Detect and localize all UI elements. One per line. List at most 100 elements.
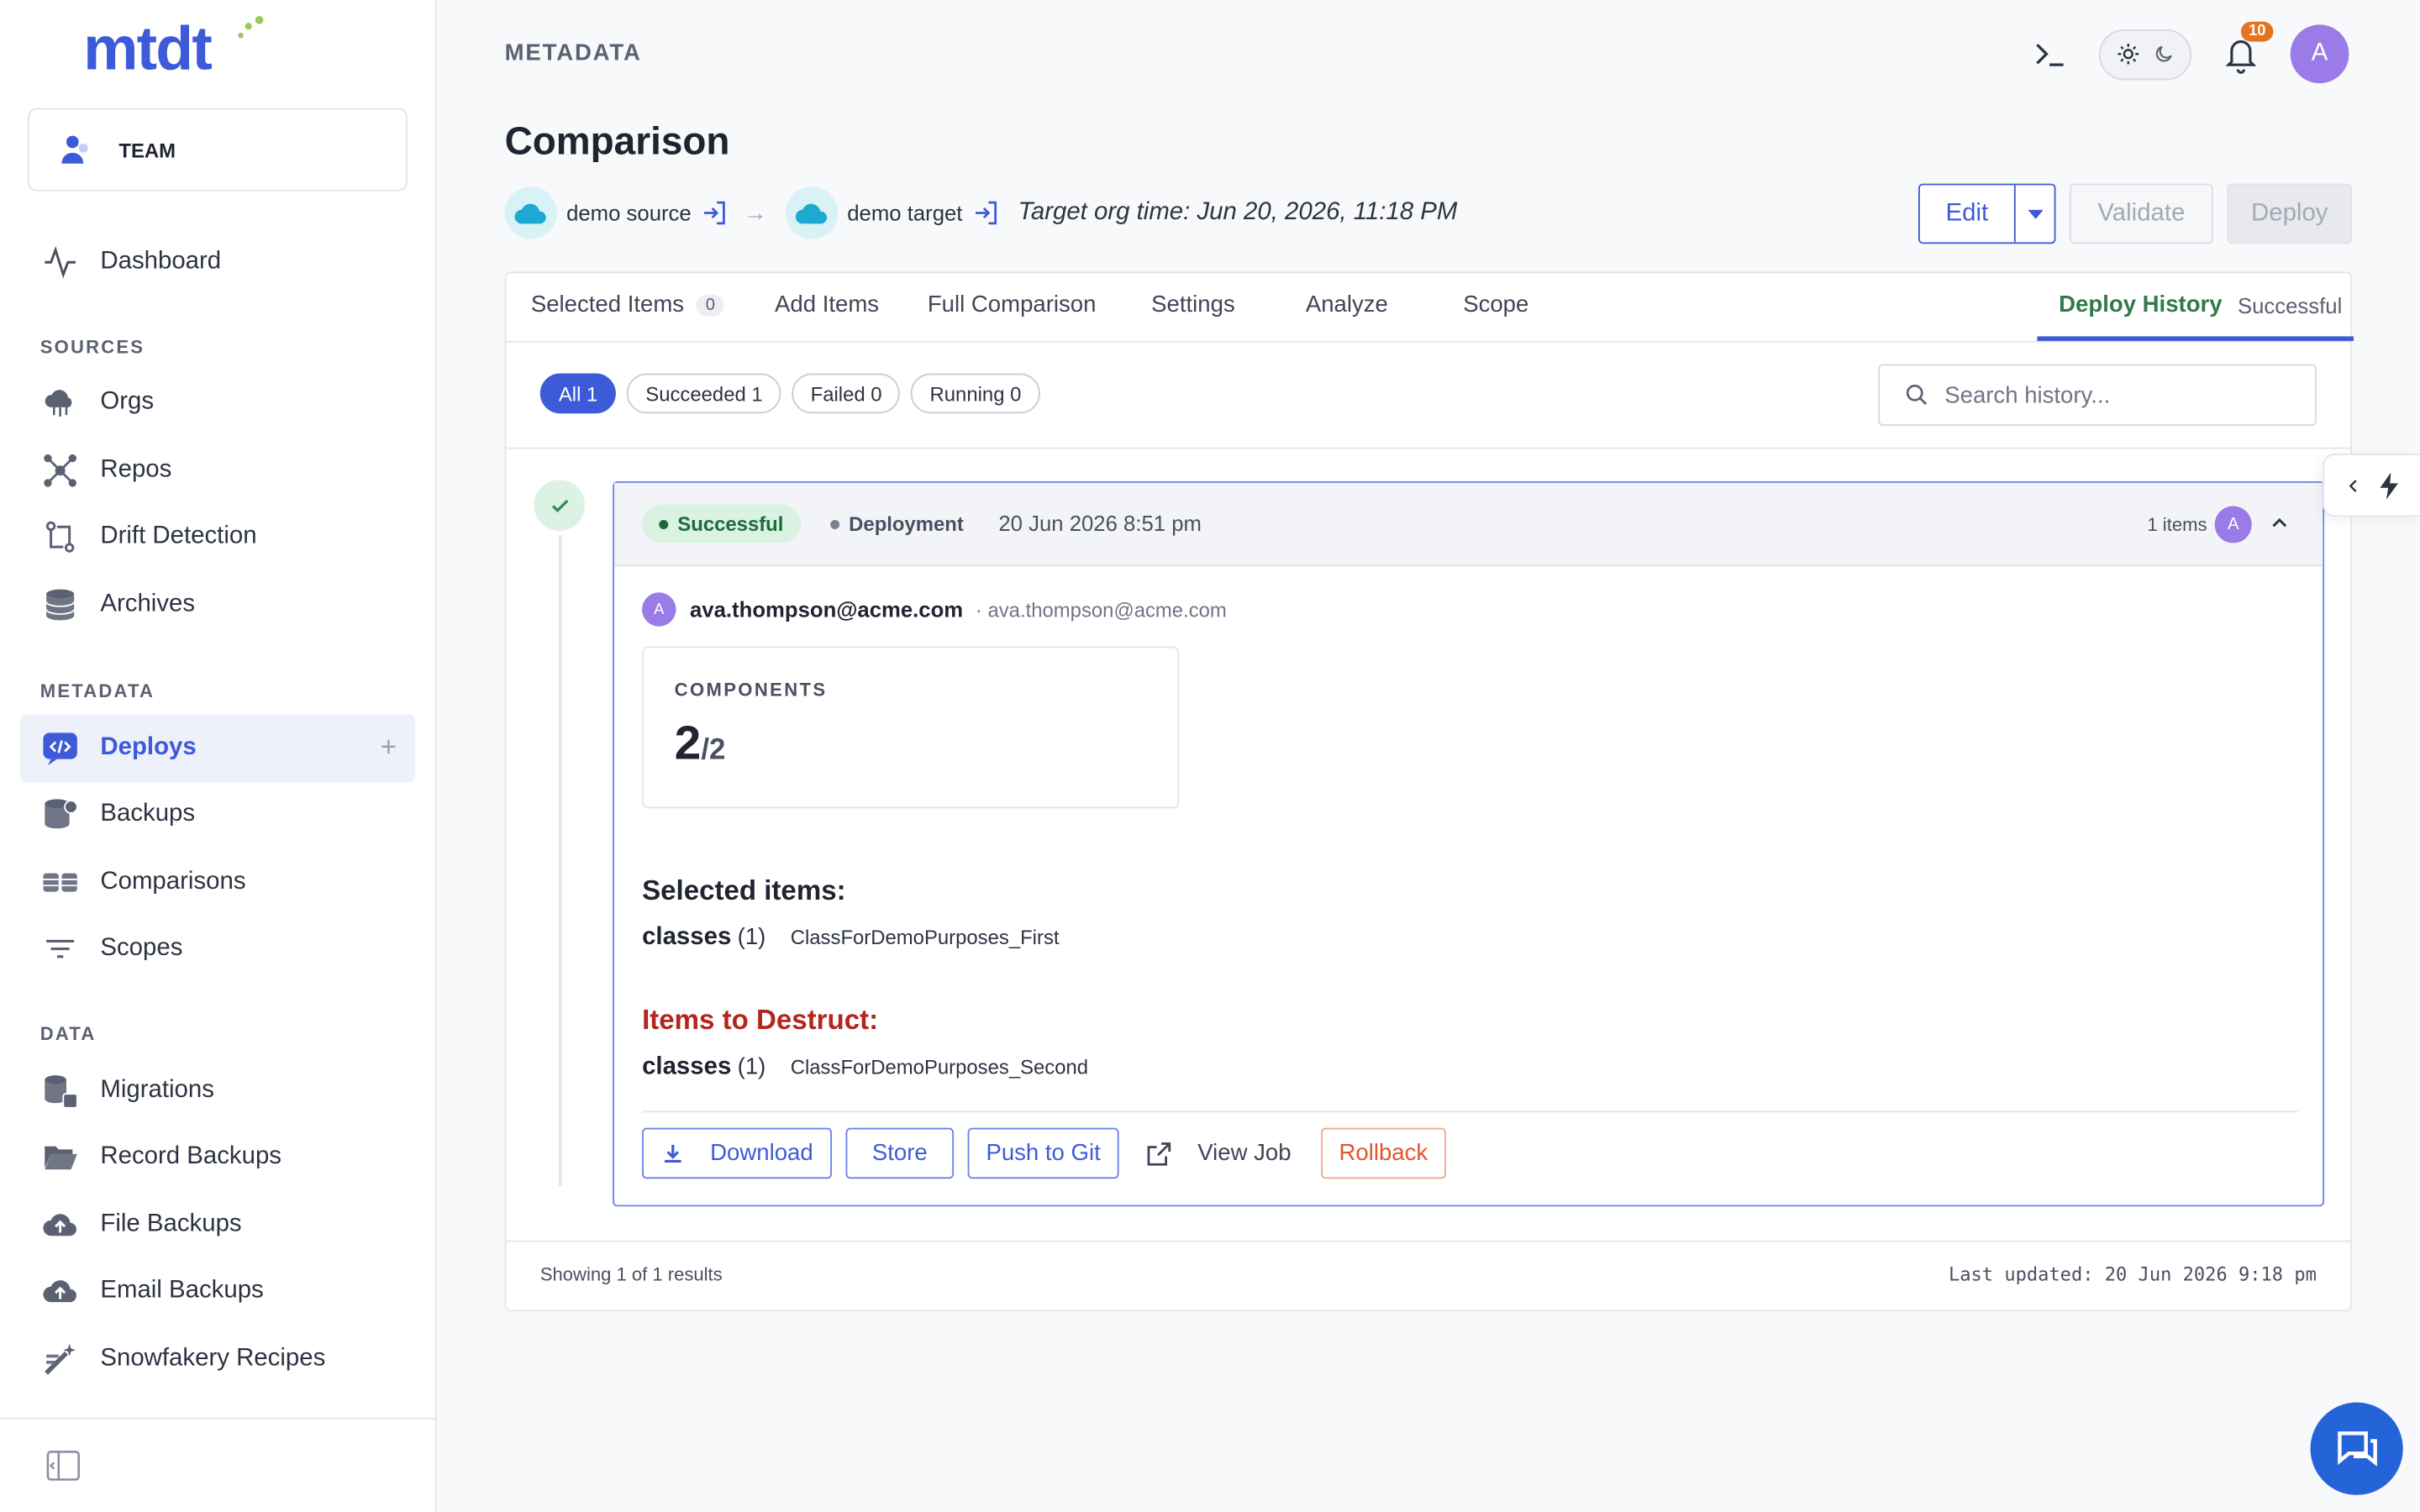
caret-down-icon — [2027, 208, 2043, 218]
deploy-card-header[interactable]: Successful Deployment 20 Jun 2026 8:51 p… — [614, 482, 2323, 567]
comparison-panel: Selected Items 0 Add Items Full Comparis… — [504, 271, 2354, 1312]
chevron-left-icon[interactable] — [2344, 476, 2363, 495]
results-count: Showing 1 of 1 results — [539, 1263, 723, 1285]
search-icon — [1906, 384, 1928, 406]
folder-open-icon — [45, 1146, 77, 1170]
destruct-items-row: classes (1) ClassForDemoPurposes_Second — [642, 1053, 1089, 1080]
validate-button[interactable]: Validate — [2070, 183, 2213, 244]
sidebar-collapse-icon[interactable] — [46, 1450, 80, 1481]
deploy-history-card: Successful Deployment 20 Jun 2026 8:51 p… — [613, 481, 2325, 1207]
filter-running[interactable]: Running 0 — [911, 373, 1040, 414]
rollback-button[interactable]: Rollback — [1320, 1127, 1447, 1179]
nodes-icon — [44, 454, 77, 487]
status-label: Successful — [677, 512, 784, 536]
sidebar-item-label: File Backups — [100, 1210, 242, 1238]
tab-full-comparison[interactable]: Full Comparison — [928, 291, 1097, 318]
search-input[interactable] — [1944, 381, 2300, 408]
terminal-icon[interactable] — [2031, 35, 2068, 72]
tab-add-items[interactable]: Add Items — [775, 291, 879, 318]
notifications-button[interactable]: 10 — [2223, 21, 2274, 74]
logo-dots-icon — [238, 16, 264, 39]
deploy-user-row: A ava.thompson@acme.com · ava.thompson@a… — [642, 592, 1227, 627]
login-icon[interactable] — [971, 199, 999, 227]
components-stat: COMPONENTS 2/2 — [642, 646, 1180, 809]
selected-items-row: classes (1) ClassForDemoPurposes_First — [642, 924, 1060, 951]
login-icon[interactable] — [701, 199, 729, 227]
sidebar-item-label: Migrations — [100, 1077, 214, 1104]
tab-scope[interactable]: Scope — [1463, 291, 1528, 318]
source-org-cloud-icon — [504, 186, 558, 239]
tab-settings[interactable]: Settings — [1151, 291, 1235, 318]
chat-button[interactable] — [2310, 1402, 2403, 1495]
sidebar-divider — [0, 1417, 437, 1420]
deploy-items-count: 1 items — [2147, 513, 2207, 536]
sidebar-item-label: Snowfakery Recipes — [100, 1345, 326, 1372]
history-filters: All 1 Succeeded 1 Failed 0 Running 0 — [539, 373, 1040, 414]
deploy-user-avatar: A — [2214, 506, 2252, 543]
sidebar-item-orgs[interactable]: Orgs — [20, 369, 415, 437]
sidebar-item-label: Comparisons — [100, 869, 246, 895]
view-job-link[interactable]: View Job — [1133, 1139, 1307, 1167]
section-sources: SOURCES — [39, 336, 145, 359]
store-button[interactable]: Store — [845, 1127, 955, 1179]
filter-succeeded[interactable]: Succeeded 1 — [627, 373, 781, 414]
target-org-name: demo target — [847, 200, 963, 226]
sidebar-item-drift-detection[interactable]: Drift Detection — [20, 503, 415, 571]
sidebar-item-dashboard[interactable]: Dashboard — [20, 228, 415, 297]
wand-icon — [45, 1343, 76, 1375]
side-panel-tab[interactable] — [2323, 453, 2420, 517]
sidebar-item-label: Deploys — [100, 734, 197, 761]
deploy-type: Deployment — [830, 512, 964, 536]
filters-divider — [506, 447, 2351, 449]
add-deploy-icon[interactable]: + — [381, 732, 397, 760]
tab-label: Deploy History — [2059, 291, 2223, 318]
sidebar-item-snowfakery-recipes[interactable]: Snowfakery Recipes — [20, 1326, 415, 1394]
moon-icon — [2155, 45, 2172, 62]
sidebar-item-email-backups[interactable]: Email Backups — [20, 1257, 415, 1326]
sidebar-item-backups[interactable]: Backups — [20, 780, 415, 848]
deploy-button[interactable]: Deploy — [2227, 183, 2353, 244]
tab-selected-items[interactable]: Selected Items 0 — [530, 291, 725, 318]
card-divider — [642, 1110, 2298, 1113]
sidebar-item-migrations[interactable]: Migrations — [20, 1057, 415, 1125]
top-toolbar: 10 A — [2031, 21, 2349, 84]
user-email: · ava.thompson@acme.com — [975, 597, 1227, 622]
tab-deploy-history[interactable]: Deploy History Successful — [2059, 291, 2342, 318]
filter-all[interactable]: All 1 — [539, 373, 617, 414]
check-icon — [551, 498, 568, 512]
sidebar-item-file-backups[interactable]: File Backups — [20, 1191, 415, 1259]
sidebar-item-scopes[interactable]: Scopes — [20, 915, 415, 983]
sidebar-item-record-backups[interactable]: Record Backups — [20, 1123, 415, 1191]
push-to-git-button[interactable]: Push to Git — [967, 1127, 1119, 1179]
filter-failed[interactable]: Failed 0 — [792, 373, 901, 414]
status-badge: Successful — [642, 504, 801, 543]
team-icon — [61, 135, 88, 164]
sidebar-item-label: Email Backups — [100, 1277, 264, 1305]
tab-status: Successful — [2237, 292, 2343, 318]
team-selector[interactable]: TEAM — [28, 108, 408, 192]
sidebar-item-deploys[interactable]: Deploys + — [19, 714, 416, 783]
deploy-type-label: Deployment — [849, 512, 964, 536]
lightning-icon[interactable] — [2378, 471, 2400, 499]
history-search — [1878, 364, 2317, 426]
active-tab-indicator — [2037, 336, 2354, 341]
theme-toggle[interactable] — [2098, 28, 2192, 80]
edit-dropdown-toggle[interactable] — [2013, 185, 2054, 243]
sidebar-item-archives[interactable]: Archives — [20, 571, 415, 639]
sidebar-item-label: Record Backups — [100, 1142, 281, 1170]
destruct-items-title: Items to Destruct: — [642, 1004, 879, 1036]
sun-icon — [2118, 44, 2139, 65]
tab-count-badge: 0 — [696, 293, 725, 316]
sidebar-item-repos[interactable]: Repos — [20, 437, 415, 505]
tab-label: Selected Items — [530, 291, 685, 318]
app-logo[interactable]: mtdt — [83, 15, 213, 85]
chevron-up-icon[interactable] — [2267, 511, 2291, 535]
user-avatar[interactable]: A — [2290, 24, 2349, 84]
sidebar-item-comparisons[interactable]: Comparisons — [20, 848, 415, 916]
edit-button[interactable]: Edit — [1919, 185, 2014, 243]
last-updated: Last updated: 20 Jun 2026 9:18 pm — [1948, 1263, 2317, 1285]
download-button[interactable]: Download — [642, 1127, 832, 1179]
tab-analyze[interactable]: Analyze — [1306, 291, 1388, 318]
database-migrate-icon — [45, 1075, 78, 1109]
target-org-cloud-icon — [785, 186, 839, 239]
